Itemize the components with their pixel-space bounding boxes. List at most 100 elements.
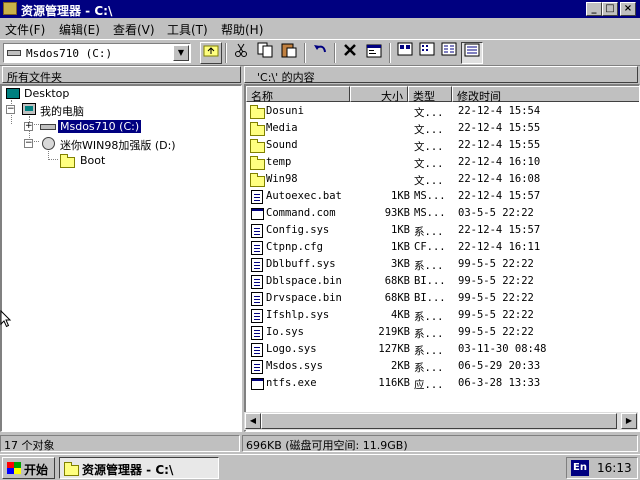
column-size-header[interactable]: 大小 <box>350 86 408 103</box>
file-row[interactable]: Media 文... 22-12-4 15:55 <box>246 120 639 137</box>
menu-bar: 文件(F) 编辑(E) 查看(V) 工具(T) 帮助(H) <box>0 18 640 38</box>
view-large-icons-button[interactable] <box>394 42 416 64</box>
tree-caption: 所有文件夹 <box>2 66 241 84</box>
file-name: Logo.sys <box>266 343 317 355</box>
status-bar: 17 个对象 696KB (磁盘可用空间: 11.9GB) <box>0 433 640 453</box>
clock[interactable]: 16:13 <box>597 461 632 475</box>
delete-button[interactable] <box>339 42 361 64</box>
close-button[interactable]: × <box>620 2 636 16</box>
tree-label: 迷你WIN98加强版 (D:) <box>60 139 176 152</box>
file-row[interactable]: Ctpnp.cfg 1KB CF... 22-12-4 16:11 <box>246 239 639 256</box>
file-name: Dblbuff.sys <box>266 258 336 270</box>
file-row[interactable]: Dosuni 文... 22-12-4 15:54 <box>246 103 639 120</box>
undo-button[interactable] <box>309 42 331 64</box>
file-size: 1KB <box>391 224 410 236</box>
up-folder-button[interactable] <box>200 42 222 64</box>
file-size: 127KB <box>378 343 410 355</box>
file-name: Msdos.sys <box>266 360 323 372</box>
copy-icon <box>257 42 273 58</box>
file-modified: 99-5-5 22:22 <box>458 258 534 270</box>
file-modified: 22-12-4 16:10 <box>458 156 541 168</box>
file-row[interactable]: Ifshlp.sys 4KB 系... 99-5-5 22:22 <box>246 307 639 324</box>
folder-tree[interactable]: Desktop − 我的电脑 + Msdos710 (C:) − 迷你WIN98… <box>0 84 242 432</box>
address-dropdown[interactable]: Msdos710 (C:) ▼ <box>3 43 191 63</box>
file-row[interactable]: Logo.sys 127KB 系... 03-11-30 08:48 <box>246 341 639 358</box>
application-icon <box>251 208 264 220</box>
file-modified: 22-12-4 15:57 <box>458 224 541 236</box>
computer-icon <box>22 103 36 115</box>
menu-file[interactable]: 文件(F) <box>5 21 45 38</box>
file-modified: 22-12-4 16:11 <box>458 241 541 253</box>
file-row[interactable]: Autoexec.bat 1KB MS... 22-12-4 15:57 <box>246 188 639 205</box>
column-date-header[interactable]: 修改时间 <box>452 86 639 103</box>
pane-headers: 所有文件夹 'C:\' 的内容 <box>0 66 640 84</box>
file-modified: 99-5-5 22:22 <box>458 292 534 304</box>
list-view-icon <box>441 42 457 56</box>
file-type: 文... <box>414 175 444 187</box>
paste-button[interactable] <box>278 42 300 64</box>
file-row[interactable]: ntfs.exe 116KB 应... 06-3-28 13:33 <box>246 375 639 392</box>
file-row[interactable]: Io.sys 219KB 系... 99-5-5 22:22 <box>246 324 639 341</box>
scroll-right-button[interactable]: ▶ <box>621 413 637 429</box>
minimize-button[interactable]: _ <box>586 2 602 16</box>
file-icon <box>251 224 263 238</box>
file-type: CF... <box>414 241 446 253</box>
file-row[interactable]: Drvspace.bin 68KB BI... 99-5-5 22:22 <box>246 290 639 307</box>
explorer-app-icon[interactable] <box>3 2 17 15</box>
file-modified: 06-3-28 13:33 <box>458 377 541 389</box>
taskbar-explorer-button[interactable]: 资源管理器 - C:\ <box>59 457 219 479</box>
file-type: 应... <box>414 379 444 391</box>
folder-icon <box>250 139 265 153</box>
menu-view[interactable]: 查看(V) <box>113 21 155 38</box>
folder-icon <box>250 105 265 119</box>
file-row[interactable]: Sound 文... 22-12-4 15:55 <box>246 137 639 154</box>
file-modified: 22-12-4 16:08 <box>458 173 541 185</box>
maximize-button[interactable]: □ <box>602 2 618 16</box>
chevron-down-icon[interactable]: ▼ <box>173 45 189 61</box>
expand-icon[interactable]: + <box>24 122 33 131</box>
cut-button[interactable] <box>230 42 252 64</box>
tree-connector <box>48 159 58 160</box>
scroll-left-button[interactable]: ◀ <box>245 413 261 429</box>
hard-drive-icon <box>40 124 56 130</box>
horizontal-scrollbar[interactable]: ◀ ▶ <box>244 412 638 430</box>
file-modified: 03-5-5 22:22 <box>458 207 534 219</box>
input-method-indicator[interactable]: En <box>571 460 589 476</box>
collapse-icon[interactable]: − <box>24 139 33 148</box>
folder-icon <box>64 462 79 476</box>
file-row[interactable]: Dblspace.bin 68KB BI... 99-5-5 22:22 <box>246 273 639 290</box>
toolbar-separator <box>304 43 306 63</box>
file-icon <box>251 309 263 323</box>
copy-button[interactable] <box>254 42 276 64</box>
small-icons-view-icon <box>419 42 435 56</box>
view-details-button[interactable] <box>461 42 483 64</box>
title-bar[interactable]: 资源管理器 - C:\ _ □ × <box>0 0 640 18</box>
task-label: 资源管理器 - C:\ <box>82 463 174 477</box>
start-button[interactable]: 开始 <box>2 457 55 479</box>
properties-button[interactable] <box>363 42 385 64</box>
column-type-header[interactable]: 类型 <box>408 86 452 103</box>
scissors-icon <box>235 43 247 57</box>
file-list[interactable]: 名称 大小 类型 修改时间 Dosuni 文... 22-12-4 15:54 Med… <box>244 84 640 432</box>
file-size: 116KB <box>378 377 410 389</box>
column-name-header[interactable]: 名称 <box>246 86 350 103</box>
file-row[interactable]: Msdos.sys 2KB 系... 06-5-29 20:33 <box>246 358 639 375</box>
file-modified: 99-5-5 22:22 <box>458 309 534 321</box>
file-row[interactable]: Win98 文... 22-12-4 16:08 <box>246 171 639 188</box>
scroll-thumb[interactable] <box>261 413 617 429</box>
menu-help[interactable]: 帮助(H) <box>221 21 263 38</box>
menu-edit[interactable]: 编辑(E) <box>59 21 100 38</box>
view-list-button[interactable] <box>438 42 460 64</box>
file-row[interactable]: temp 文... 22-12-4 16:10 <box>246 154 639 171</box>
tree-label: Desktop <box>24 87 70 100</box>
taskbar: 开始 资源管理器 - C:\ En 16:13 <box>0 454 640 480</box>
file-row[interactable]: Command.com 93KB MS... 03-5-5 22:22 <box>246 205 639 222</box>
menu-tools[interactable]: 工具(T) <box>167 21 208 38</box>
file-row[interactable]: Dblbuff.sys 3KB 系... 99-5-5 22:22 <box>246 256 639 273</box>
file-modified: 22-12-4 15:54 <box>458 105 541 117</box>
file-modified: 22-12-4 15:55 <box>458 139 541 151</box>
file-row[interactable]: Config.sys 1KB 系... 22-12-4 15:57 <box>246 222 639 239</box>
collapse-icon[interactable]: − <box>6 105 15 114</box>
view-small-icons-button[interactable] <box>416 42 438 64</box>
file-name: Io.sys <box>266 326 304 338</box>
